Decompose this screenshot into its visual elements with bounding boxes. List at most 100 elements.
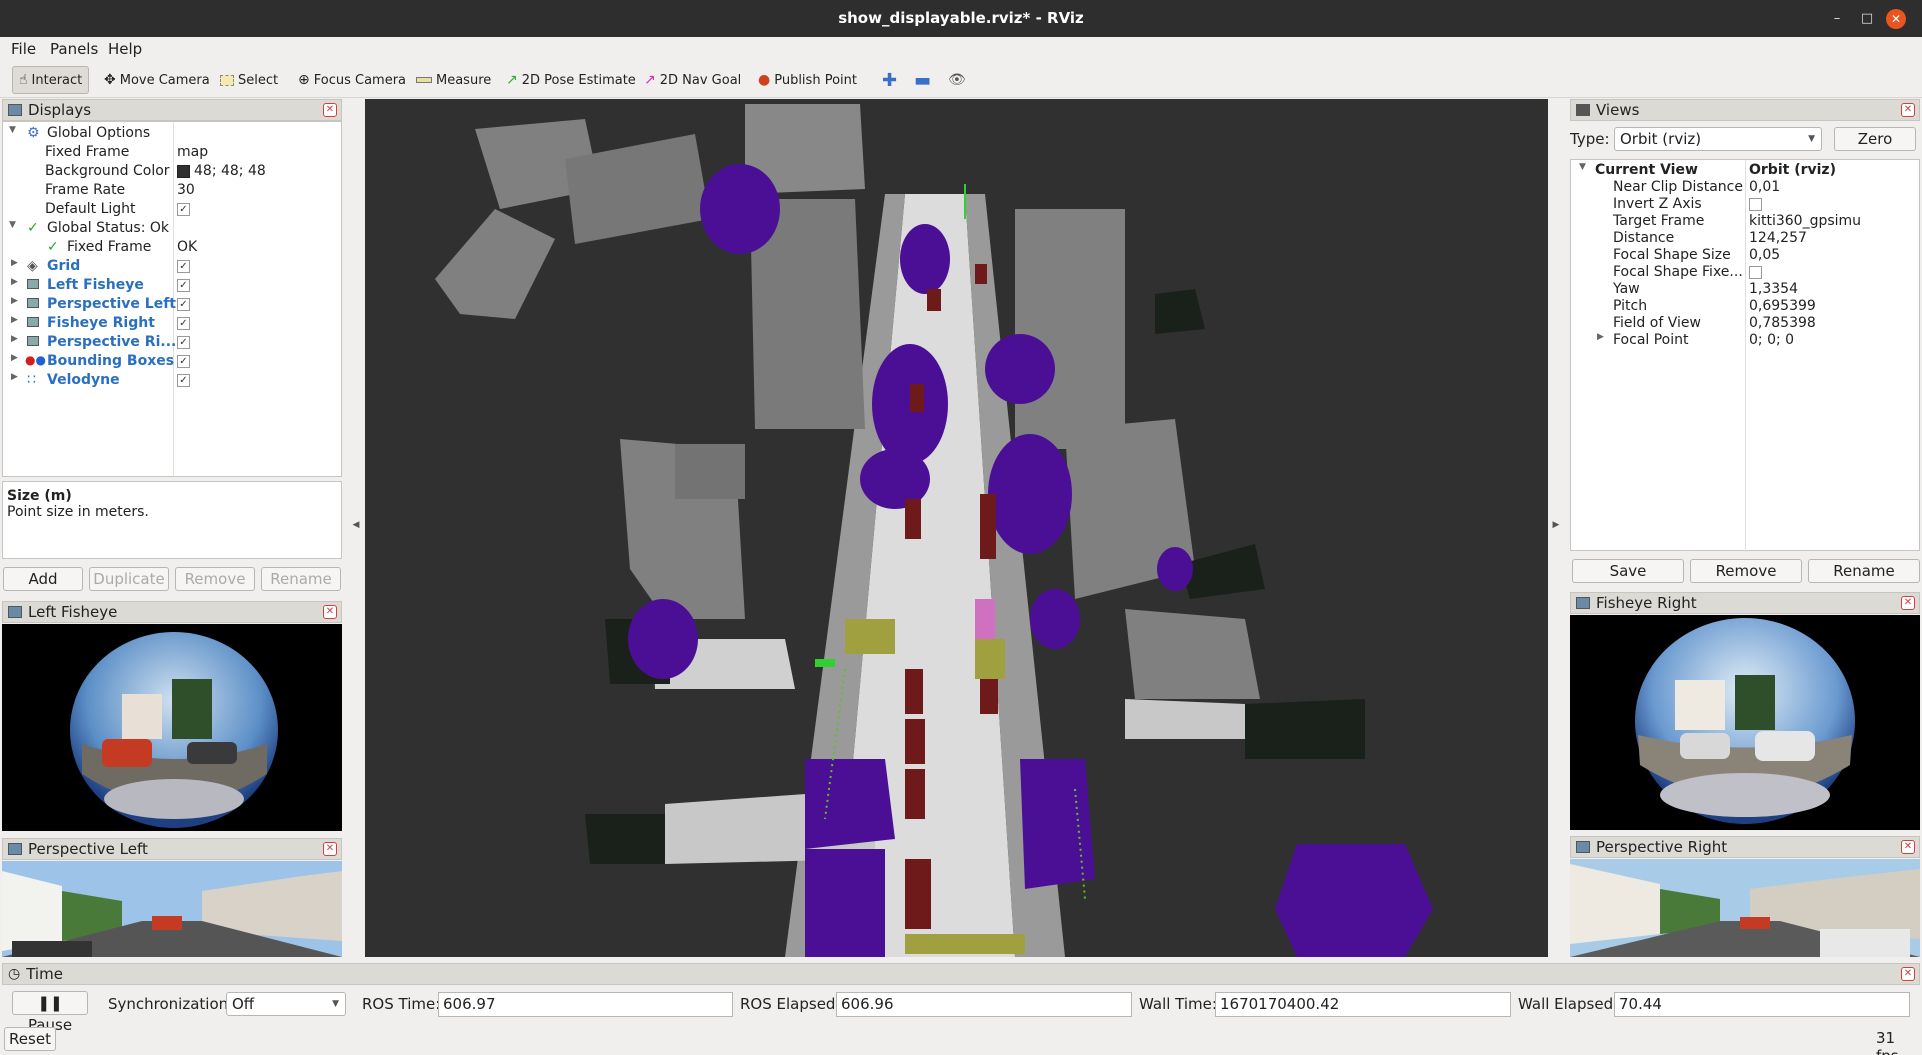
view-prop-row[interactable]: Focal Shape Size 0,05 <box>1571 247 1921 264</box>
duplicate-display-button[interactable]: Duplicate <box>89 567 169 591</box>
measure-tool-button[interactable]: Measure <box>410 66 497 94</box>
frame-rate-value[interactable]: 30 <box>177 182 195 198</box>
nav-goal-tool-button[interactable]: ↗ 2D Nav Goal <box>638 66 747 94</box>
focal-shape-size-value[interactable]: 0,05 <box>1749 247 1780 263</box>
target-frame-value[interactable]: kitti360_gpsimu <box>1749 213 1861 229</box>
menu-panels[interactable]: Panels <box>50 40 98 58</box>
tree-row-background-color[interactable]: Background Color 48; 48; 48 <box>3 162 343 181</box>
perspective-left-checkbox[interactable]: ✓ <box>177 296 190 312</box>
minimize-icon[interactable]: – <box>1828 10 1846 28</box>
ros-elapsed-field[interactable]: 606.96 <box>836 992 1132 1017</box>
view-type-select[interactable]: Orbit (rviz) ▼ <box>1614 127 1822 151</box>
tree-row-status-fixed-frame[interactable]: ✓ Fixed Frame OK <box>3 238 343 257</box>
distance-value[interactable]: 124,257 <box>1749 230 1807 246</box>
wall-elapsed-field[interactable]: 70.44 <box>1614 992 1910 1017</box>
pitch-value[interactable]: 0,695399 <box>1749 298 1816 314</box>
maximize-icon[interactable]: □ <box>1858 10 1876 28</box>
reset-button[interactable]: Reset <box>4 1027 56 1051</box>
view-prop-row[interactable]: Target Frame kitti360_gpsimu <box>1571 213 1921 230</box>
menu-file[interactable]: File <box>11 40 36 58</box>
view-prop-row[interactable]: Near Clip Distance 0,01 <box>1571 179 1921 196</box>
view-prop-row[interactable]: Pitch 0,695399 <box>1571 298 1921 315</box>
move-camera-tool-button[interactable]: ✥ Move Camera <box>98 66 216 94</box>
close-icon[interactable]: ✕ <box>323 605 337 619</box>
view-prop-row[interactable]: Distance 124,257 <box>1571 230 1921 247</box>
chevron-down-icon[interactable]: ▼ <box>9 220 16 230</box>
view-prop-row[interactable]: Yaw 1,3354 <box>1571 281 1921 298</box>
wall-time-field[interactable]: 1670170400.42 <box>1215 992 1511 1017</box>
close-icon[interactable]: ✕ <box>323 842 337 856</box>
close-icon[interactable]: ✕ <box>1901 596 1915 610</box>
save-view-button[interactable]: Save <box>1572 559 1684 583</box>
current-view-row[interactable]: ▼ Current View Orbit (rviz) <box>1571 162 1921 179</box>
focal-shape-fixed-checkbox[interactable] <box>1749 264 1762 280</box>
tree-row-fisheye-right[interactable]: ▶ Fisheye Right ✓ <box>3 314 343 333</box>
field-of-view-value[interactable]: 0,785398 <box>1749 315 1816 331</box>
remove-display-button[interactable]: Remove <box>175 567 255 591</box>
remove-tool-icon[interactable]: ▬ <box>908 66 937 94</box>
menu-help[interactable]: Help <box>108 40 142 58</box>
close-icon[interactable]: ✕ <box>1901 103 1915 117</box>
render-viewport[interactable] <box>365 99 1548 957</box>
left-splitter-handle[interactable]: ◀ <box>349 520 363 540</box>
focus-camera-tool-button[interactable]: ⊕ Focus Camera <box>292 66 412 94</box>
zero-button[interactable]: Zero <box>1834 127 1916 151</box>
interact-tool-button[interactable]: ☝ Interact <box>12 66 90 94</box>
rename-display-button[interactable]: Rename <box>261 567 341 591</box>
tree-row-left-fisheye[interactable]: ▶ Left Fisheye ✓ <box>3 276 343 295</box>
scene-3d[interactable] <box>365 99 1548 957</box>
right-splitter-handle[interactable]: ▶ <box>1549 520 1563 540</box>
close-icon[interactable]: ✕ <box>1886 9 1906 29</box>
perspective-right-checkbox[interactable]: ✓ <box>177 334 190 350</box>
chevron-right-icon[interactable]: ▶ <box>11 277 18 287</box>
focal-point-value[interactable]: 0; 0; 0 <box>1749 332 1794 348</box>
chevron-right-icon[interactable]: ▶ <box>11 315 18 325</box>
fixed-frame-value[interactable]: map <box>177 144 208 160</box>
chevron-right-icon[interactable]: ▶ <box>11 258 18 268</box>
select-tool-button[interactable]: Select <box>214 66 284 94</box>
chevron-down-icon[interactable]: ▼ <box>1579 162 1586 172</box>
add-tool-icon[interactable]: ✚ <box>876 66 903 94</box>
tree-row-bounding-boxes[interactable]: ▶ ●● Bounding Boxes ✓ <box>3 352 343 371</box>
fisheye-right-checkbox[interactable]: ✓ <box>177 315 190 331</box>
add-display-button[interactable]: Add <box>3 567 83 591</box>
chevron-right-icon[interactable]: ▶ <box>11 372 18 382</box>
tree-row-velodyne[interactable]: ▶ ∷ Velodyne ✓ <box>3 371 343 390</box>
chevron-right-icon[interactable]: ▶ <box>11 296 18 306</box>
pose-estimate-tool-button[interactable]: ↗ 2D Pose Estimate <box>500 66 642 94</box>
close-icon[interactable]: ✕ <box>323 103 337 117</box>
ros-time-field[interactable]: 606.97 <box>438 992 733 1017</box>
close-icon[interactable]: ✕ <box>1901 967 1915 981</box>
sync-select[interactable]: Off ▼ <box>226 992 346 1016</box>
view-prop-row[interactable]: Focal Shape Fixe... <box>1571 264 1921 281</box>
background-color-value[interactable]: 48; 48; 48 <box>177 163 266 179</box>
bounding-boxes-checkbox[interactable]: ✓ <box>177 353 190 369</box>
tree-row-fixed-frame[interactable]: Fixed Frame map <box>3 143 343 162</box>
default-light-checkbox[interactable]: ✓ <box>177 201 190 217</box>
tree-row-frame-rate[interactable]: Frame Rate 30 <box>3 181 343 200</box>
eye-icon[interactable]: 👁 <box>942 66 972 94</box>
tree-row-perspective-right[interactable]: ▶ Perspective Ri... ✓ <box>3 333 343 352</box>
publish-point-tool-button[interactable]: ● Publish Point <box>752 66 863 94</box>
velodyne-checkbox[interactable]: ✓ <box>177 372 190 388</box>
pause-button[interactable]: ❚❚ Pause <box>12 991 88 1034</box>
chevron-right-icon[interactable]: ▶ <box>1597 332 1604 342</box>
view-prop-row[interactable]: Invert Z Axis <box>1571 196 1921 213</box>
chevron-right-icon[interactable]: ▶ <box>11 334 18 344</box>
rename-view-button[interactable]: Rename <box>1808 559 1920 583</box>
remove-view-button[interactable]: Remove <box>1690 559 1802 583</box>
tree-row-global-status[interactable]: ▼ ✓ Global Status: Ok <box>3 219 343 238</box>
yaw-value[interactable]: 1,3354 <box>1749 281 1798 297</box>
chevron-down-icon[interactable]: ▼ <box>9 125 16 135</box>
close-icon[interactable]: ✕ <box>1901 840 1915 854</box>
view-prop-row[interactable]: Field of View 0,785398 <box>1571 315 1921 332</box>
tree-row-global-options[interactable]: ▼ ⚙ Global Options <box>3 124 343 143</box>
tree-row-default-light[interactable]: Default Light ✓ <box>3 200 343 219</box>
chevron-right-icon[interactable]: ▶ <box>11 353 18 363</box>
grid-checkbox[interactable]: ✓ <box>177 258 190 274</box>
tree-row-grid[interactable]: ▶ ◈ Grid ✓ <box>3 257 343 276</box>
invert-z-checkbox[interactable] <box>1749 196 1762 212</box>
near-clip-value[interactable]: 0,01 <box>1749 179 1780 195</box>
left-fisheye-checkbox[interactable]: ✓ <box>177 277 190 293</box>
tree-row-perspective-left[interactable]: ▶ Perspective Left ✓ <box>3 295 343 314</box>
